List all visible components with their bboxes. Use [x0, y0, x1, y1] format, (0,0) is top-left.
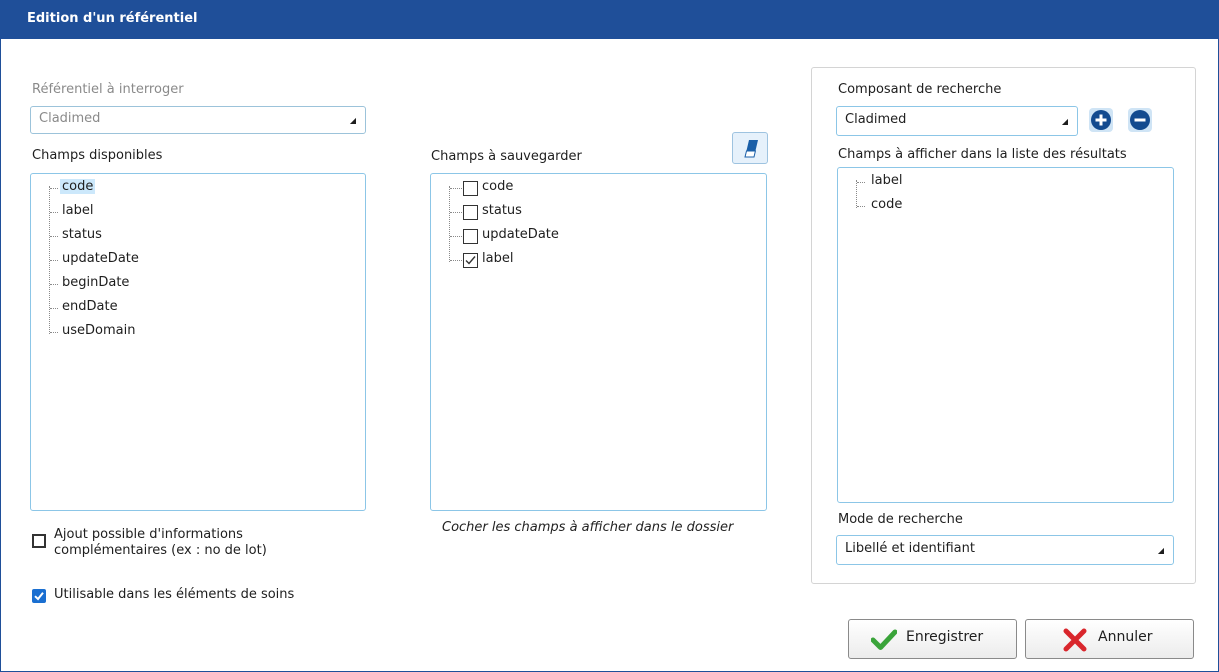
minus-circle-icon	[1130, 110, 1150, 130]
result-fields-tree[interactable]: label code	[837, 167, 1174, 503]
checkmark-icon	[34, 592, 44, 601]
dropdown-arrow-icon: ◢	[349, 116, 356, 125]
tree-item-label: code	[60, 179, 96, 194]
soins-checkbox[interactable]	[32, 589, 46, 603]
save-button-label: Enregistrer	[906, 629, 984, 645]
dropdown-arrow-icon: ◢	[1157, 546, 1164, 555]
extra-info-label: Ajout possible d'informations complément…	[54, 527, 267, 558]
tree-connector	[856, 180, 857, 208]
tree-item-label: useDomain	[62, 323, 136, 338]
tree-connector	[857, 206, 865, 207]
field-checkbox[interactable]	[463, 205, 478, 220]
plus-circle-icon	[1091, 110, 1111, 130]
result-fields-label: Champs à afficher dans la liste des résu…	[838, 147, 1127, 162]
tree-item-label: updateDate	[482, 227, 559, 242]
tree-connector	[450, 188, 462, 189]
tree-item-label: status	[482, 203, 522, 218]
search-component-value: Cladimed	[845, 112, 907, 127]
saved-fields-label: Champs à sauvegarder	[431, 149, 582, 164]
tree-connector	[50, 284, 58, 285]
title-bar: Edition d'un référentiel	[1, 1, 1218, 39]
available-fields-label: Champs disponibles	[32, 148, 163, 163]
tree-connector	[50, 188, 58, 189]
tree-connector	[857, 182, 865, 183]
checkmark-icon	[465, 256, 476, 265]
extra-info-checkbox[interactable]	[32, 534, 46, 548]
tree-connector	[50, 308, 58, 309]
dialog-window: Edition d'un référentiel Référentiel à i…	[0, 0, 1219, 672]
referentiel-select[interactable]: Cladimed ◢	[30, 106, 366, 134]
tree-item-label: label	[871, 173, 903, 188]
tree-item-label: status	[62, 227, 102, 242]
available-fields-tree[interactable]: code label status updateDate beginDate endDat…	[30, 173, 366, 511]
referentiel-label: Référentiel à interroger	[32, 82, 184, 97]
window-title: Edition d'un référentiel	[27, 11, 198, 26]
tree-item-label: updateDate	[62, 251, 139, 266]
search-component-select[interactable]: Cladimed ◢	[836, 106, 1078, 136]
tree-connector	[50, 212, 58, 213]
tree-item-label: code	[482, 179, 514, 194]
dropdown-arrow-icon: ◢	[1061, 117, 1068, 126]
x-icon	[1063, 628, 1087, 652]
tree-item-label: beginDate	[62, 275, 130, 290]
search-mode-select[interactable]: Libellé et identifiant ◢	[836, 535, 1174, 565]
check-icon	[871, 629, 897, 650]
tree-connector	[50, 332, 58, 333]
tree-connector	[450, 236, 462, 237]
tree-connector	[50, 260, 58, 261]
save-button[interactable]: Enregistrer	[848, 619, 1017, 659]
clear-selection-button[interactable]	[732, 132, 768, 164]
tree-connector	[449, 186, 450, 262]
field-checkbox[interactable]	[463, 229, 478, 244]
tree-connector	[450, 260, 462, 261]
tree-connector	[450, 212, 462, 213]
field-checkbox[interactable]	[463, 181, 478, 196]
saved-fields-hint: Cocher les champs à afficher dans le dos…	[442, 520, 734, 535]
referentiel-select-value: Cladimed	[39, 111, 101, 126]
cancel-button[interactable]: Annuler	[1025, 619, 1194, 659]
eraser-icon	[744, 140, 758, 158]
saved-fields-tree[interactable]: code status updateDate label	[430, 173, 767, 511]
soins-label: Utilisable dans les éléments de soins	[54, 587, 295, 602]
cancel-button-label: Annuler	[1098, 629, 1153, 645]
field-checkbox[interactable]	[463, 253, 478, 268]
add-component-button[interactable]	[1089, 108, 1113, 132]
search-mode-value: Libellé et identifiant	[845, 541, 975, 556]
remove-component-button[interactable]	[1128, 108, 1152, 132]
tree-item-label: label	[62, 203, 94, 218]
tree-connector	[50, 236, 58, 237]
tree-item-label: code	[871, 197, 903, 212]
tree-item-label: endDate	[62, 299, 118, 314]
search-mode-label: Mode de recherche	[838, 512, 963, 527]
tree-item-label: label	[482, 251, 514, 266]
search-component-label: Composant de recherche	[838, 82, 1002, 97]
